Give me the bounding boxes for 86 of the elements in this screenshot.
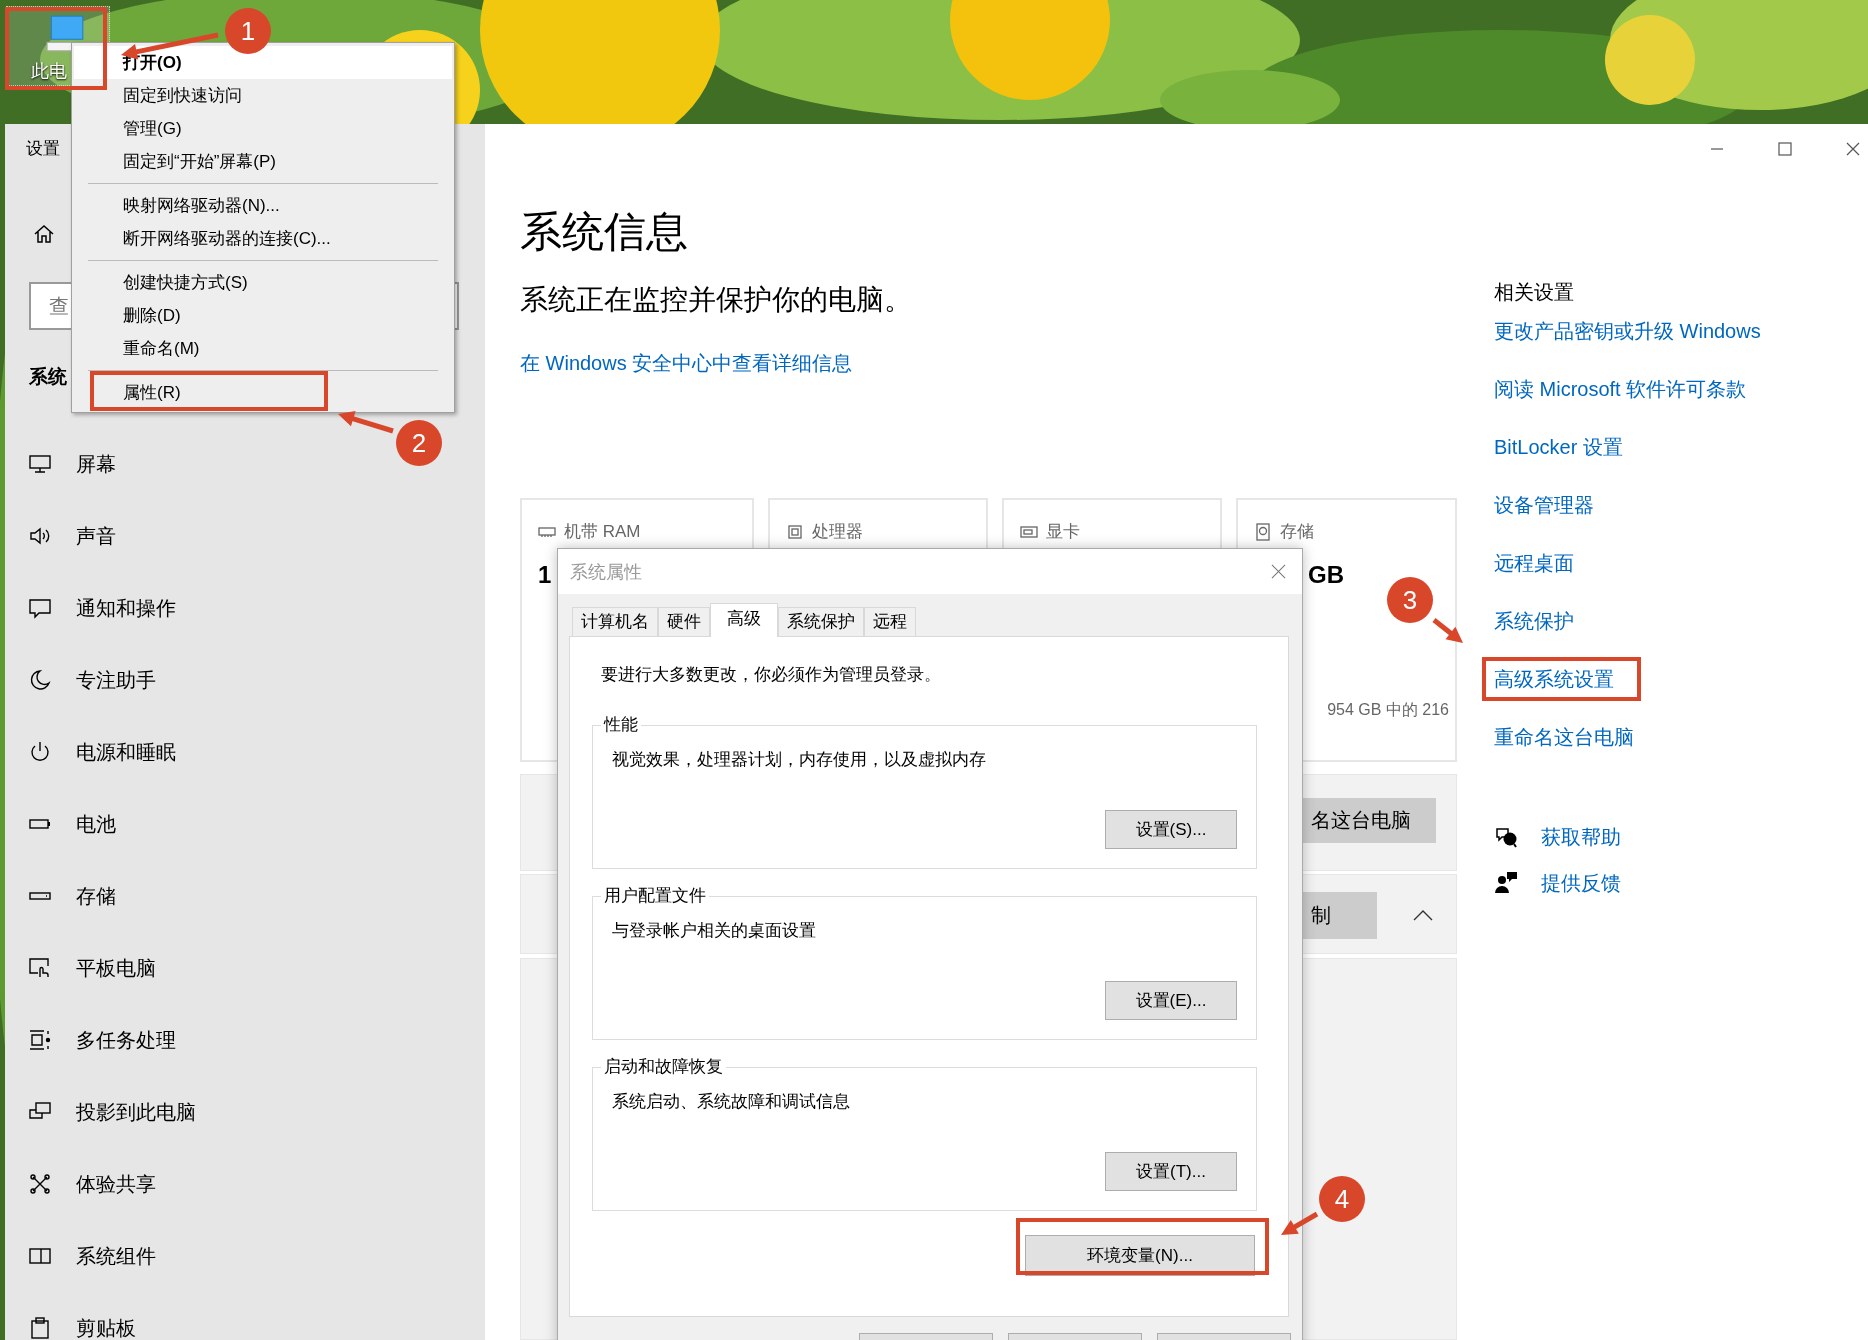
settings-link[interactable]: BitLocker 设置	[1494, 432, 1623, 462]
menu-item[interactable]: 重命名(M)	[74, 332, 452, 365]
group-description: 与登录帐户相关的桌面设置	[612, 920, 816, 942]
nav-item[interactable]: 存储	[5, 860, 345, 932]
card-label: 显卡	[1046, 521, 1080, 543]
share-icon	[29, 1173, 51, 1195]
help-link[interactable]: 提供反馈	[1541, 869, 1621, 897]
nav-item[interactable]: 电池	[5, 788, 345, 860]
app-title: 设置	[26, 138, 60, 160]
speaker-icon	[29, 525, 51, 547]
settings-button[interactable]: 设置(E)...	[1105, 981, 1237, 1020]
settings-button[interactable]: 设置(S)...	[1105, 810, 1237, 849]
group-description: 视觉效果，处理器计划，内存使用，以及虚拟内存	[612, 749, 986, 771]
card-detail: 954 GB 中的 216	[1327, 700, 1449, 720]
nav-item[interactable]: 通知和操作	[5, 572, 345, 644]
menu-item[interactable]: 创建快捷方式(S)	[74, 266, 452, 299]
monitor-icon	[29, 453, 51, 475]
close-button[interactable]	[1271, 564, 1286, 579]
callout-arrow	[1432, 618, 1463, 643]
power-icon	[29, 741, 51, 763]
tab[interactable]: 远程	[864, 607, 916, 636]
close-icon	[1845, 141, 1861, 157]
maximize-icon	[1777, 141, 1793, 157]
nav-item[interactable]: 专注助手	[5, 644, 345, 716]
callout-arrow	[1281, 1211, 1319, 1235]
moon-icon	[29, 669, 51, 691]
status-text: 系统正在监控并保护你的电脑。	[520, 283, 912, 317]
tab[interactable]: 计算机名	[572, 607, 658, 636]
home-icon[interactable]	[33, 223, 55, 245]
step-badge: 4	[1319, 1176, 1365, 1222]
dialog-title: 系统属性	[570, 560, 642, 584]
settings-link[interactable]: 远程桌面	[1494, 548, 1574, 578]
feedback-icon	[1494, 871, 1518, 895]
settings-link[interactable]: 高级系统设置	[1494, 664, 1614, 694]
settings-button[interactable]: 设置(T)...	[1105, 1152, 1237, 1191]
minimize-icon	[1709, 148, 1725, 150]
card-value: GB	[1308, 561, 1344, 589]
card-label: 处理器	[812, 521, 863, 543]
menu-item[interactable]: 映射网络驱动器(N)...	[74, 189, 452, 222]
settings-link[interactable]: 更改产品密钥或升级 Windows	[1494, 316, 1761, 346]
menu-item[interactable]: 删除(D)	[74, 299, 452, 332]
menu-item[interactable]: 管理(G)	[74, 112, 452, 145]
tab[interactable]: 硬件	[658, 607, 710, 636]
nav-item[interactable]: 平板电脑	[5, 932, 345, 1004]
tablet-icon	[29, 957, 51, 979]
copy-button[interactable]: 制	[1303, 891, 1377, 939]
notice-text: 要进行大多数更改，你必须作为管理员登录。	[601, 664, 942, 686]
nav-item[interactable]: 声音	[5, 500, 345, 572]
nav-item[interactable]: 剪贴板	[5, 1292, 345, 1340]
group-description: 系统启动、系统故障和调试信息	[612, 1091, 850, 1113]
nav-item[interactable]: 多任务处理	[5, 1004, 345, 1076]
card-label: 存储	[1280, 521, 1314, 543]
nav-item[interactable]: 屏幕	[5, 428, 345, 500]
step-badge: 2	[396, 420, 442, 466]
page-title: 系统信息	[520, 207, 688, 257]
step-badge: 3	[1387, 577, 1433, 623]
settings-link[interactable]: 阅读 Microsoft 软件许可条款	[1494, 374, 1747, 404]
menu-item[interactable]: 断开网络驱动器的连接(C)...	[74, 222, 452, 255]
step-badge: 1	[225, 8, 271, 54]
menu-item[interactable]: 固定到“开始”屏幕(P)	[74, 145, 452, 178]
settings-link[interactable]: 设备管理器	[1494, 490, 1594, 520]
card-label: 机带 RAM	[564, 521, 641, 543]
chevron-up-icon[interactable]	[1413, 908, 1433, 921]
rename-button[interactable]: 名这台电脑	[1303, 798, 1436, 843]
nav-item[interactable]: 电源和睡眠	[5, 716, 345, 788]
multitask-icon	[29, 1029, 51, 1051]
nav-item[interactable]: 系统组件	[5, 1220, 345, 1292]
nav-item[interactable]: 投影到此电脑	[5, 1076, 345, 1148]
help-icon	[1494, 825, 1518, 849]
related-heading: 相关设置	[1494, 280, 1574, 305]
tab[interactable]: 高级	[710, 603, 778, 637]
chip-icon	[786, 522, 804, 541]
settings-link[interactable]: 重命名这台电脑	[1494, 722, 1634, 752]
message-icon	[29, 597, 51, 619]
nav-item[interactable]: 体验共享	[5, 1148, 345, 1220]
menu-item[interactable]: 属性(R)	[74, 376, 452, 409]
callout-arrow	[338, 411, 394, 434]
security-link[interactable]: 在 Windows 安全中心中查看详细信息	[520, 349, 853, 377]
settings-link[interactable]: 系统保护	[1494, 606, 1574, 636]
panel-icon	[29, 1245, 51, 1267]
section-heading: 系统	[29, 365, 67, 389]
clipboard-icon	[29, 1317, 51, 1339]
environment-variables-button[interactable]: 环境变量(N)...	[1025, 1235, 1255, 1276]
card-value: 1	[538, 561, 552, 589]
help-link[interactable]: 获取帮助	[1541, 823, 1621, 851]
tab[interactable]: 系统保护	[778, 607, 864, 636]
